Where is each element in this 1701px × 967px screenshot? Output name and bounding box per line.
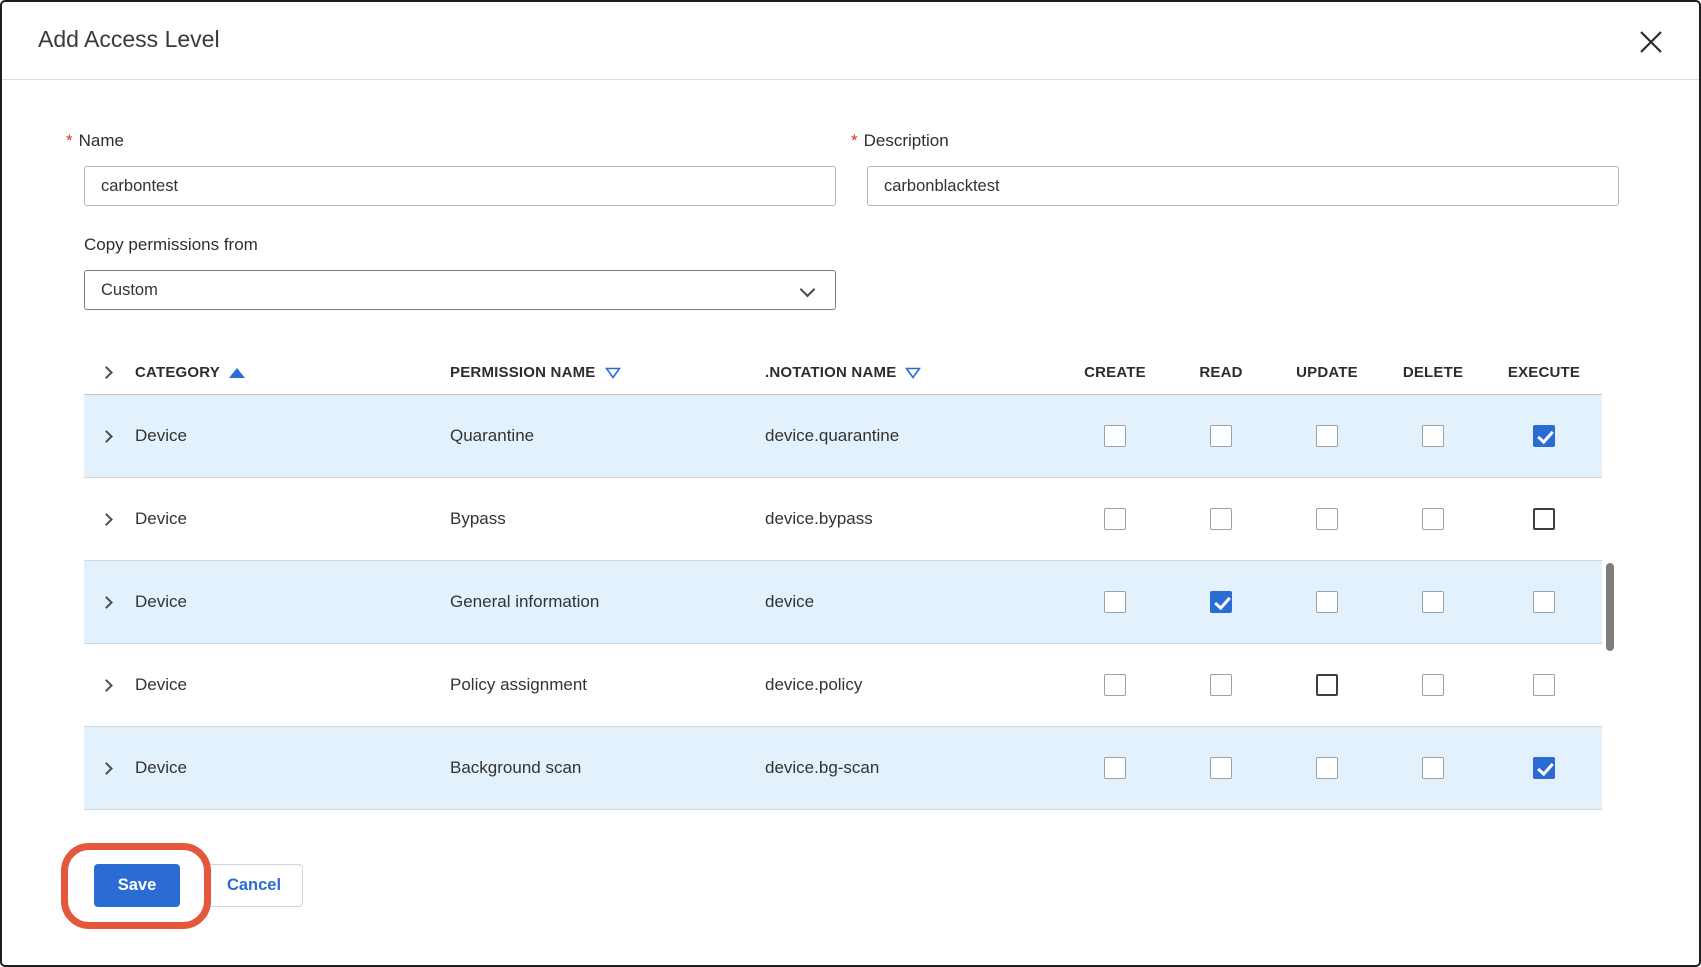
- table-row: Device Background scan device.bg-scan: [84, 727, 1602, 810]
- table-header-row: CATEGORY PERMISSION NAME .NOTATION NAME …: [84, 351, 1602, 395]
- required-asterisk: *: [851, 131, 858, 150]
- create-checkbox[interactable]: [1104, 591, 1126, 613]
- execute-checkbox[interactable]: [1533, 757, 1555, 779]
- delete-checkbox[interactable]: [1422, 674, 1444, 696]
- cell-category: Device: [127, 592, 442, 612]
- close-icon[interactable]: [1635, 26, 1667, 58]
- column-header-execute: EXECUTE: [1486, 364, 1602, 381]
- execute-checkbox[interactable]: [1533, 674, 1555, 696]
- column-header-update: UPDATE: [1274, 364, 1380, 381]
- expand-row-icon[interactable]: [100, 596, 113, 609]
- read-checkbox[interactable]: [1210, 674, 1232, 696]
- update-checkbox[interactable]: [1316, 508, 1338, 530]
- delete-checkbox[interactable]: [1422, 757, 1444, 779]
- table-row: Device Quarantine device.quarantine: [84, 395, 1602, 478]
- expand-row-icon[interactable]: [100, 762, 113, 775]
- chevron-down-icon: [800, 282, 816, 298]
- add-access-level-dialog: Add Access Level *Name *Description Copy…: [0, 0, 1701, 967]
- execute-checkbox[interactable]: [1533, 425, 1555, 447]
- update-checkbox[interactable]: [1316, 591, 1338, 613]
- dialog-title: Add Access Level: [38, 26, 220, 53]
- column-header-read: READ: [1168, 364, 1274, 381]
- update-checkbox[interactable]: [1316, 674, 1338, 696]
- expand-row-icon[interactable]: [100, 513, 113, 526]
- column-header-permission-name[interactable]: PERMISSION NAME: [442, 364, 757, 381]
- cell-category: Device: [127, 675, 442, 695]
- name-input[interactable]: [84, 166, 836, 206]
- expand-all-icon[interactable]: [100, 366, 113, 379]
- column-header-create: CREATE: [1062, 364, 1168, 381]
- create-checkbox[interactable]: [1104, 508, 1126, 530]
- cell-notation-name: device.bypass: [757, 509, 1062, 529]
- table-row: Device Bypass device.bypass: [84, 478, 1602, 561]
- description-input[interactable]: [867, 166, 1619, 206]
- column-header-notation-name[interactable]: .NOTATION NAME: [757, 364, 1062, 381]
- cancel-button[interactable]: Cancel: [205, 864, 303, 907]
- dialog-header: Add Access Level: [2, 2, 1699, 80]
- cell-category: Device: [127, 758, 442, 778]
- read-checkbox[interactable]: [1210, 508, 1232, 530]
- create-checkbox[interactable]: [1104, 757, 1126, 779]
- delete-checkbox[interactable]: [1422, 591, 1444, 613]
- filter-icon[interactable]: [905, 367, 921, 379]
- copy-permissions-label: Copy permissions from: [84, 235, 258, 255]
- read-checkbox[interactable]: [1210, 591, 1232, 613]
- cell-category: Device: [127, 509, 442, 529]
- cell-notation-name: device.policy: [757, 675, 1062, 695]
- permissions-table: CATEGORY PERMISSION NAME .NOTATION NAME …: [84, 351, 1602, 810]
- execute-checkbox[interactable]: [1533, 508, 1555, 530]
- expand-row-icon[interactable]: [100, 430, 113, 443]
- table-row: Device Policy assignment device.policy: [84, 644, 1602, 727]
- cell-category: Device: [127, 426, 442, 446]
- cell-permission-name: General information: [442, 592, 757, 612]
- cell-permission-name: Bypass: [442, 509, 757, 529]
- copy-permissions-select[interactable]: Custom: [84, 270, 836, 310]
- update-checkbox[interactable]: [1316, 757, 1338, 779]
- cell-notation-name: device.bg-scan: [757, 758, 1062, 778]
- column-header-delete: DELETE: [1380, 364, 1486, 381]
- save-button[interactable]: Save: [94, 864, 180, 907]
- create-checkbox[interactable]: [1104, 674, 1126, 696]
- required-asterisk: *: [66, 131, 73, 150]
- delete-checkbox[interactable]: [1422, 508, 1444, 530]
- filter-icon[interactable]: [605, 367, 621, 379]
- read-checkbox[interactable]: [1210, 425, 1232, 447]
- cell-notation-name: device.quarantine: [757, 426, 1062, 446]
- table-row: Device General information device: [84, 561, 1602, 644]
- update-checkbox[interactable]: [1316, 425, 1338, 447]
- vertical-scrollbar-thumb[interactable]: [1606, 563, 1614, 651]
- column-header-category[interactable]: CATEGORY: [127, 364, 442, 381]
- description-label: *Description: [851, 131, 949, 151]
- cell-permission-name: Quarantine: [442, 426, 757, 446]
- cell-notation-name: device: [757, 592, 1062, 612]
- name-label: *Name: [66, 131, 124, 151]
- execute-checkbox[interactable]: [1533, 591, 1555, 613]
- create-checkbox[interactable]: [1104, 425, 1126, 447]
- read-checkbox[interactable]: [1210, 757, 1232, 779]
- expand-row-icon[interactable]: [100, 679, 113, 692]
- sort-ascending-icon[interactable]: [229, 368, 245, 378]
- cell-permission-name: Background scan: [442, 758, 757, 778]
- delete-checkbox[interactable]: [1422, 425, 1444, 447]
- copy-permissions-value: Custom: [101, 281, 158, 300]
- cell-permission-name: Policy assignment: [442, 675, 757, 695]
